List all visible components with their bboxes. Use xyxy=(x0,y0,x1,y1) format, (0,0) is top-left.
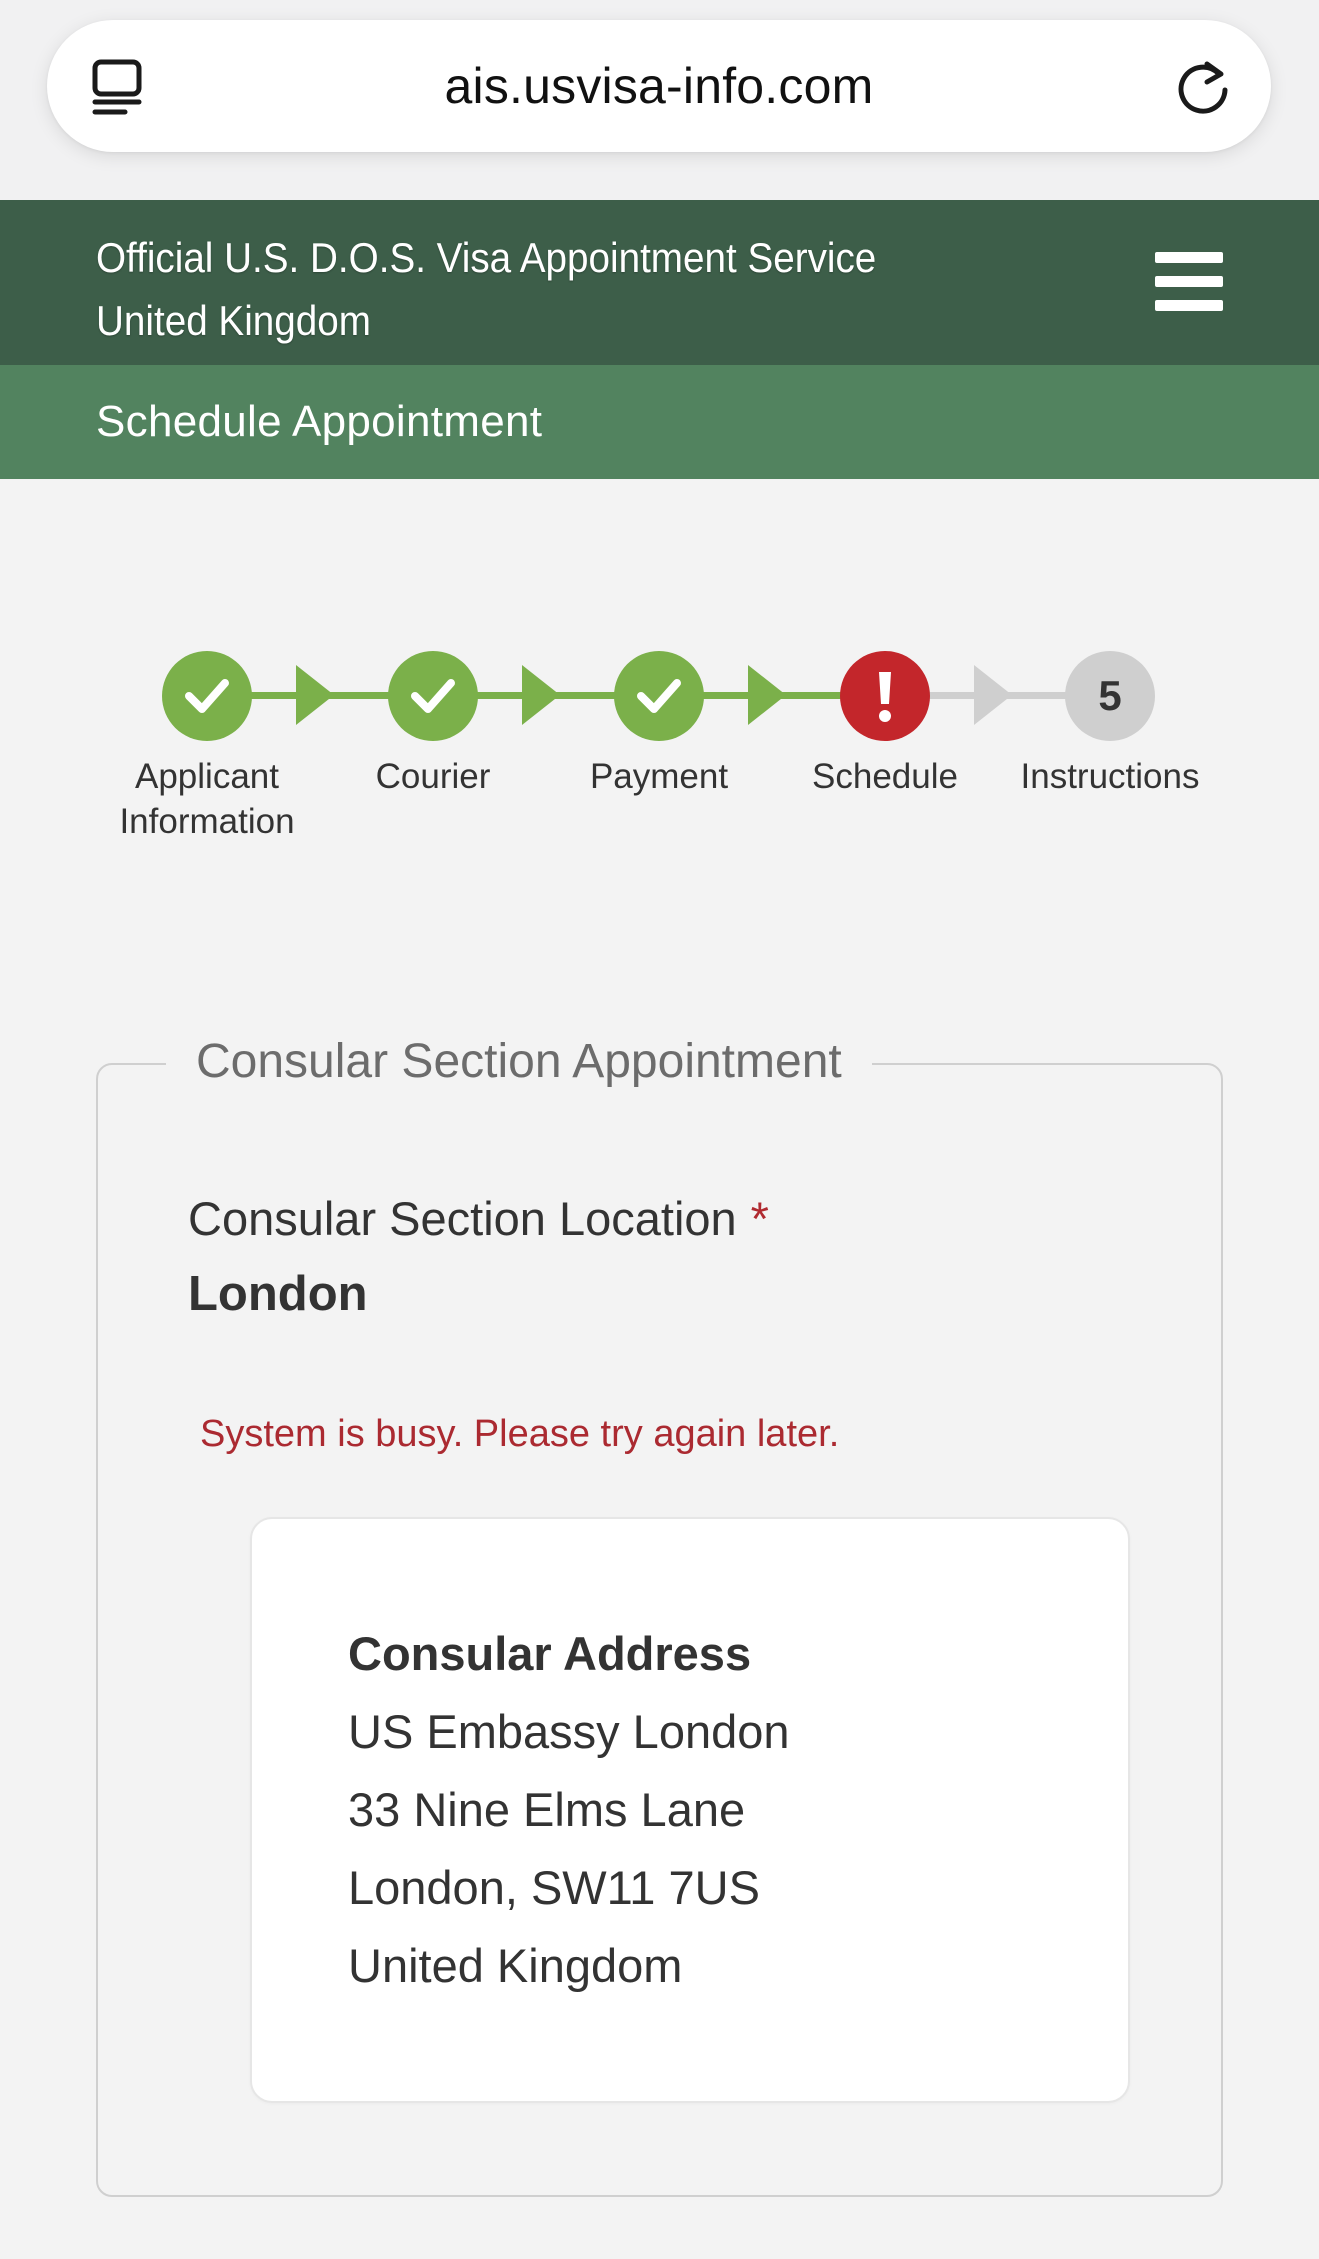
step-arrow-icon xyxy=(748,665,786,725)
error-message: System is busy. Please try again later. xyxy=(200,1413,840,1455)
step-arrow-icon xyxy=(296,665,334,725)
step-arrow-icon xyxy=(974,665,1012,725)
address-line: 33 Nine Elms Lane xyxy=(348,1783,746,1836)
progress-stepper: Applicant Information Courier Payment Sc… xyxy=(0,640,1319,860)
step-number: 5 xyxy=(1098,672,1122,719)
step-label-schedule: Schedule xyxy=(812,757,958,796)
address-line: London, SW11 7US xyxy=(348,1861,760,1914)
address-line: US Embassy London xyxy=(348,1705,790,1758)
page-subheader: Schedule Appointment xyxy=(0,365,1319,479)
tabs-icon[interactable] xyxy=(91,58,145,116)
reload-icon[interactable] xyxy=(1175,56,1233,116)
required-marker: * xyxy=(750,1192,769,1245)
step-label-applicant-information: Applicant Information xyxy=(119,757,295,841)
step-courier xyxy=(388,651,478,741)
step-payment xyxy=(614,651,704,741)
address-bar[interactable]: ais.usvisa-info.com xyxy=(47,20,1271,152)
consular-address-card: Consular Address US Embassy London 33 Ni… xyxy=(250,1517,1130,2103)
step-instructions: 5 xyxy=(1065,651,1155,741)
fieldset-legend: Consular Section Appointment xyxy=(166,1029,872,1095)
location-label: Consular Section Location * xyxy=(188,1192,769,1245)
step-label-courier: Courier xyxy=(375,757,491,796)
exclamation-icon xyxy=(879,672,891,722)
step-label-instructions: Instructions xyxy=(1020,757,1200,796)
checkmark-icon xyxy=(637,679,681,713)
step-applicant-information xyxy=(162,651,252,741)
site-title: Official U.S. D.O.S. Visa Appointment Se… xyxy=(96,226,876,352)
address-line: United Kingdom xyxy=(348,1939,683,1992)
browser-toolbar: ais.usvisa-info.com xyxy=(0,0,1319,200)
hamburger-menu-icon[interactable] xyxy=(1155,252,1223,312)
step-label-payment: Payment xyxy=(589,757,729,796)
checkmark-icon xyxy=(411,679,455,713)
site-header: Official U.S. D.O.S. Visa Appointment Se… xyxy=(0,200,1319,365)
address-heading: Consular Address xyxy=(348,1627,752,1680)
site-title-line2: United Kingdom xyxy=(96,297,371,344)
page-title: Schedule Appointment xyxy=(96,397,543,446)
checkmark-icon xyxy=(185,679,229,713)
location-value: London xyxy=(188,1267,368,1321)
address-block: Consular Address US Embassy London 33 Ni… xyxy=(348,1615,790,2005)
consular-appointment-fieldset: Consular Section Appointment Consular Se… xyxy=(96,1029,1223,2197)
step-arrow-icon xyxy=(522,665,560,725)
site-title-line1: Official U.S. D.O.S. Visa Appointment Se… xyxy=(96,234,877,281)
url-text[interactable]: ais.usvisa-info.com xyxy=(197,20,1121,152)
step-schedule xyxy=(840,651,930,741)
